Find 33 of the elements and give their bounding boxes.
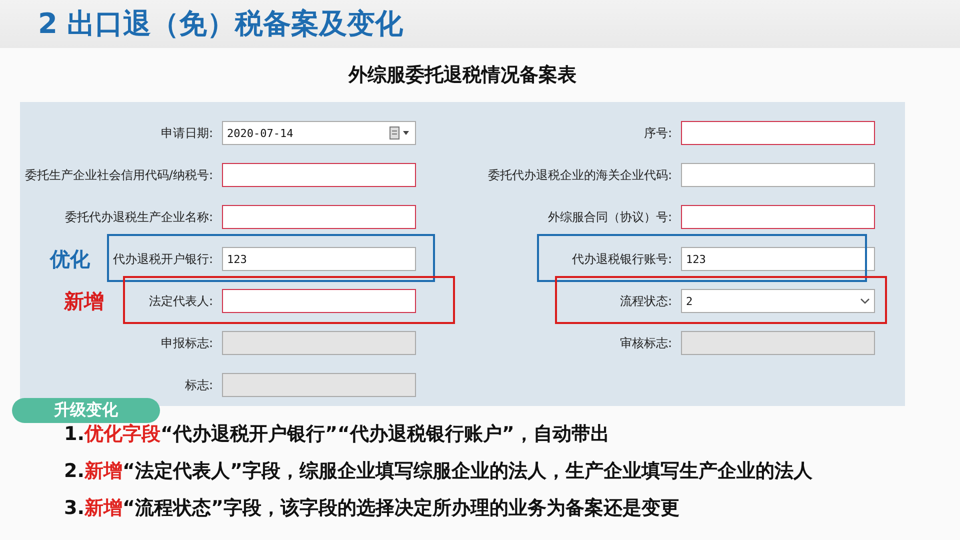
field-label: 申报标志:: [160, 334, 213, 352]
dropdown-field[interactable]: 2: [681, 289, 875, 313]
field-label: 委托代办退税生产企业名称:: [64, 208, 213, 226]
input-field[interactable]: 123: [222, 247, 416, 271]
form-title: 外综服委托退税情况备案表: [347, 63, 578, 88]
field-label: 法定代表人:: [148, 292, 213, 310]
section-badge: 升级变化: [12, 398, 160, 423]
input-field[interactable]: 123: [681, 247, 875, 271]
input-field[interactable]: [681, 163, 875, 187]
field-label: 流程状态:: [620, 292, 672, 310]
field-label: 外综服合同（协议）号:: [548, 208, 672, 226]
field-label: 代办退税银行账号:: [572, 250, 672, 268]
change-note: 2.新增“法定代表人”字段，综服企业填写综服企业的法人，生产企业填写生产企业的法人: [64, 459, 814, 484]
input-field[interactable]: [222, 163, 416, 187]
field-label: 委托代办退税企业的海关企业代码:: [488, 166, 672, 184]
slide-title: 2 出口退（免）税备案及变化: [38, 6, 404, 42]
field-label: 序号:: [644, 124, 672, 142]
field-label: 代办退税开户银行:: [112, 250, 213, 268]
input-field[interactable]: [681, 121, 875, 145]
field-label: 申请日期:: [160, 124, 213, 142]
change-note: 3.新增“流程状态”字段，该字段的选择决定所办理的业务为备案还是变更: [64, 496, 680, 521]
chevron-down-icon: [860, 297, 870, 305]
field-label: 审核标志:: [620, 334, 672, 352]
calendar-icon: [389, 126, 411, 140]
change-tag: 优化: [50, 246, 90, 273]
input-field[interactable]: [222, 205, 416, 229]
date-field[interactable]: 2020-07-14: [222, 121, 416, 145]
change-note: 1.优化字段“代办退税开户银行”“代办退税银行账户”，自动带出: [64, 422, 610, 447]
change-tag: 新增: [64, 288, 104, 315]
field-label: 委托生产企业社会信用代码/纳税号:: [24, 166, 213, 184]
field-label: 标志:: [184, 376, 213, 394]
input-field[interactable]: [222, 289, 416, 313]
input-field[interactable]: [681, 205, 875, 229]
